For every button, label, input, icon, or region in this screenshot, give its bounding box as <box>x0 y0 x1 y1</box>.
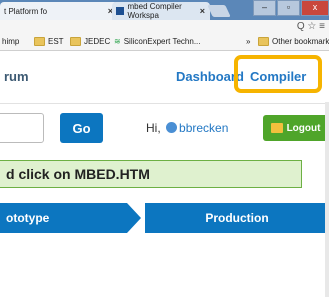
go-button[interactable]: Go <box>60 113 103 143</box>
logout-icon <box>270 123 283 133</box>
bookmark-label: EST <box>48 37 64 46</box>
logout-button[interactable]: Logout <box>263 115 328 141</box>
search-input[interactable] <box>0 113 44 143</box>
restore-button[interactable]: ▫ <box>277 0 300 16</box>
window-controls: – ▫ x <box>252 0 329 16</box>
folder-icon <box>70 37 81 46</box>
logout-label: Logout <box>286 122 321 134</box>
close-window-button[interactable]: x <box>301 0 329 16</box>
bookmark-jedec[interactable]: JEDEC <box>70 37 110 46</box>
bookmark-siliconexpert[interactable]: ≋ SiliconExpert Techn... <box>114 37 200 46</box>
bookmarks-overflow[interactable]: » <box>246 37 250 46</box>
minimize-button[interactable]: – <box>253 0 276 16</box>
step-arrow <box>127 203 141 233</box>
header-divider <box>0 103 329 104</box>
bookmark-est[interactable]: EST <box>34 37 64 46</box>
browser-tab-strip: t Platform fo × mbed Compiler Workspa × … <box>0 0 329 20</box>
username-link[interactable]: bbrecken <box>179 121 228 135</box>
overflow-chevron-icon: » <box>246 37 251 46</box>
bookmark-himp[interactable]: himp <box>2 37 19 46</box>
instruction-notice: d click on MBED.HTM <box>0 160 302 188</box>
close-tab-icon[interactable]: × <box>200 6 205 16</box>
bookmark-label: Other bookmarks <box>272 37 329 46</box>
tab-mbed-compiler[interactable]: mbed Compiler Workspa × <box>112 2 210 20</box>
page-content: rum Dashboard Compiler Go Hi, bbrecken L… <box>0 51 329 297</box>
scrollbar[interactable] <box>325 102 329 297</box>
bookmark-label: SiliconExpert Techn... <box>123 37 201 46</box>
folder-icon <box>34 37 45 46</box>
new-tab-button[interactable] <box>207 5 231 17</box>
siliconexpert-icon: ≋ <box>114 37 121 46</box>
step-prototype[interactable]: ototype <box>0 203 127 233</box>
tab-platform[interactable]: t Platform fo × <box>0 2 118 20</box>
other-bookmarks[interactable]: Other bookmarks <box>258 37 329 46</box>
tab-label: t Platform fo <box>4 6 48 16</box>
bookmark-label: JEDEC <box>84 37 111 46</box>
mbed-favicon-icon <box>116 7 124 15</box>
site-logo-text[interactable]: rum <box>4 69 29 84</box>
nav-compiler[interactable]: Compiler <box>250 69 306 84</box>
address-bar-icons[interactable]: Q ☆ ≡ <box>297 21 325 32</box>
user-avatar-icon <box>166 122 178 133</box>
tab-label: mbed Compiler Workspa <box>127 2 182 20</box>
greeting-text: Hi, <box>146 121 161 135</box>
bookmarks-bar: himp EST JEDEC ≋ SiliconExpert Techn... … <box>0 34 329 51</box>
user-greeting: Hi, bbrecken <box>146 121 228 135</box>
bookmark-label: himp <box>2 37 20 46</box>
folder-icon <box>258 37 269 46</box>
address-bar[interactable]: Q ☆ ≡ <box>0 20 329 35</box>
step-production[interactable]: Production <box>145 203 329 233</box>
